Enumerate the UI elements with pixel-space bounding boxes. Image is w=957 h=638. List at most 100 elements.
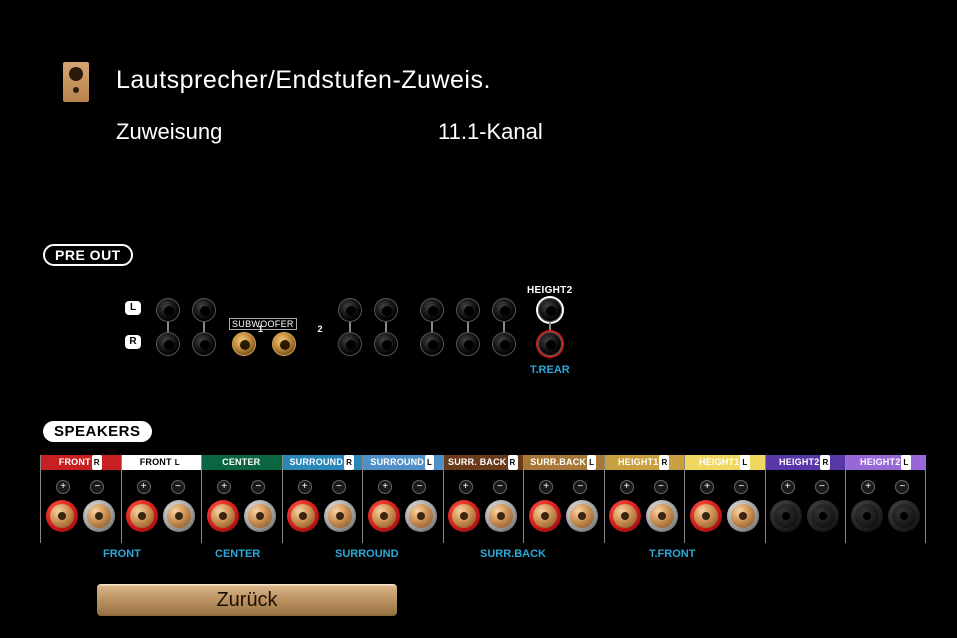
preout-jack <box>338 298 362 322</box>
binding-post-pos <box>287 500 319 532</box>
assignment-value: 11.1-Kanal <box>438 119 543 145</box>
speaker-terminal-group: SURR.BACKL + − <box>523 455 604 532</box>
l-badge: L <box>125 301 141 315</box>
terminal-header: SURR. BACKR <box>443 455 524 470</box>
speaker-caption: CENTER <box>215 548 260 560</box>
subwoofer-jack-1 <box>232 332 256 356</box>
speaker-terminal-group: FRONTR + − <box>40 455 121 532</box>
terminal-header: SURROUNDL <box>362 455 443 470</box>
binding-post-neg <box>646 500 678 532</box>
plus-icon: + <box>861 480 875 494</box>
speaker-caption: SURROUND <box>335 548 399 560</box>
plus-icon: + <box>620 480 634 494</box>
preout-jack <box>456 332 480 356</box>
terminal-header: HEIGHT1R <box>604 455 685 470</box>
height2-jack-l <box>538 298 562 322</box>
plus-icon: + <box>459 480 473 494</box>
terminal-header: HEIGHT2L <box>845 455 926 470</box>
binding-post-neg <box>324 500 356 532</box>
binding-post-neg <box>727 500 759 532</box>
speaker-terminal-group: HEIGHT2R + − <box>765 455 846 532</box>
plus-icon: + <box>298 480 312 494</box>
preout-jack <box>156 298 180 322</box>
minus-icon: − <box>895 480 909 494</box>
plus-icon: + <box>539 480 553 494</box>
speaker-terminal-group: HEIGHT1R + − <box>604 455 685 532</box>
preout-jack <box>338 332 362 356</box>
speaker-caption: FRONT <box>103 548 141 560</box>
binding-post-neg <box>163 500 195 532</box>
speaker-terminal-group: HEIGHT2L + − <box>845 455 926 532</box>
binding-post-pos <box>448 500 480 532</box>
terminal-header: CENTER <box>201 455 282 470</box>
terminal-header: HEIGHT1L <box>684 455 765 470</box>
trear-label: T.REAR <box>530 364 570 376</box>
binding-post-pos <box>609 500 641 532</box>
binding-post-neg <box>566 500 598 532</box>
binding-post-pos <box>851 500 883 532</box>
terminal-header: SURROUNDR <box>282 455 363 470</box>
speaker-terminal-group: FRONTL + − <box>121 455 202 532</box>
binding-post-pos <box>529 500 561 532</box>
plus-icon: + <box>700 480 714 494</box>
minus-icon: − <box>251 480 265 494</box>
binding-post-pos <box>46 500 78 532</box>
binding-post-neg <box>83 500 115 532</box>
terminal-header: SURR.BACKL <box>523 455 604 470</box>
speaker-terminal-group: CENTER + − <box>201 455 282 532</box>
plus-icon: + <box>56 480 70 494</box>
speaker-icon <box>63 62 89 102</box>
minus-icon: − <box>171 480 185 494</box>
minus-icon: − <box>654 480 668 494</box>
binding-post-neg <box>244 500 276 532</box>
speaker-terminal-group: SURR. BACKR + − <box>443 455 524 532</box>
binding-post-pos <box>770 500 802 532</box>
minus-icon: − <box>734 480 748 494</box>
minus-icon: − <box>412 480 426 494</box>
preout-diagram: L R SUBWOOFER 1 2 HEIGHT2 <box>0 285 957 395</box>
preout-jack <box>420 332 444 356</box>
plus-icon: + <box>378 480 392 494</box>
minus-icon: − <box>332 480 346 494</box>
minus-icon: − <box>90 480 104 494</box>
plus-icon: + <box>137 480 151 494</box>
binding-post-pos <box>690 500 722 532</box>
binding-post-neg <box>807 500 839 532</box>
minus-icon: − <box>815 480 829 494</box>
preout-jack <box>492 298 516 322</box>
terminal-header: FRONTL <box>121 455 202 470</box>
binding-post-neg <box>888 500 920 532</box>
binding-post-neg <box>485 500 517 532</box>
preout-jack <box>420 298 444 322</box>
preout-jack <box>374 298 398 322</box>
plus-icon: + <box>217 480 231 494</box>
height2-jack-r <box>538 332 562 356</box>
speaker-terminal-group: HEIGHT1L + − <box>684 455 765 532</box>
speaker-caption: SURR.BACK <box>480 548 546 560</box>
preout-jack <box>492 332 516 356</box>
speaker-terminal-group: SURROUNDR + − <box>282 455 363 532</box>
speaker-terminal-group: SURROUNDL + − <box>362 455 443 532</box>
plus-icon: + <box>781 480 795 494</box>
speakers-diagram: FRONTR + − FRONTL + − CENTER + − SURROUNDR … <box>40 455 930 532</box>
minus-icon: − <box>573 480 587 494</box>
terminal-header: FRONTR <box>40 455 121 470</box>
preout-jack <box>192 298 216 322</box>
r-badge: R <box>125 335 141 349</box>
assignment-label: Zuweisung <box>116 119 222 145</box>
binding-post-pos <box>126 500 158 532</box>
terminal-header: HEIGHT2R <box>765 455 846 470</box>
speaker-caption: T.FRONT <box>649 548 695 560</box>
binding-post-pos <box>207 500 239 532</box>
preout-jack <box>374 332 398 356</box>
preout-jack <box>156 332 180 356</box>
binding-post-neg <box>405 500 437 532</box>
binding-post-pos <box>368 500 400 532</box>
back-button[interactable]: Zurück <box>97 584 397 616</box>
minus-icon: − <box>493 480 507 494</box>
page-title: Lautsprecher/Endstufen-Zuweis. <box>116 66 491 95</box>
preout-badge: PRE OUT <box>43 244 133 266</box>
subwoofer-jack-2 <box>272 332 296 356</box>
height2-label: HEIGHT2 <box>527 285 572 296</box>
speakers-badge: SPEAKERS <box>43 421 152 442</box>
